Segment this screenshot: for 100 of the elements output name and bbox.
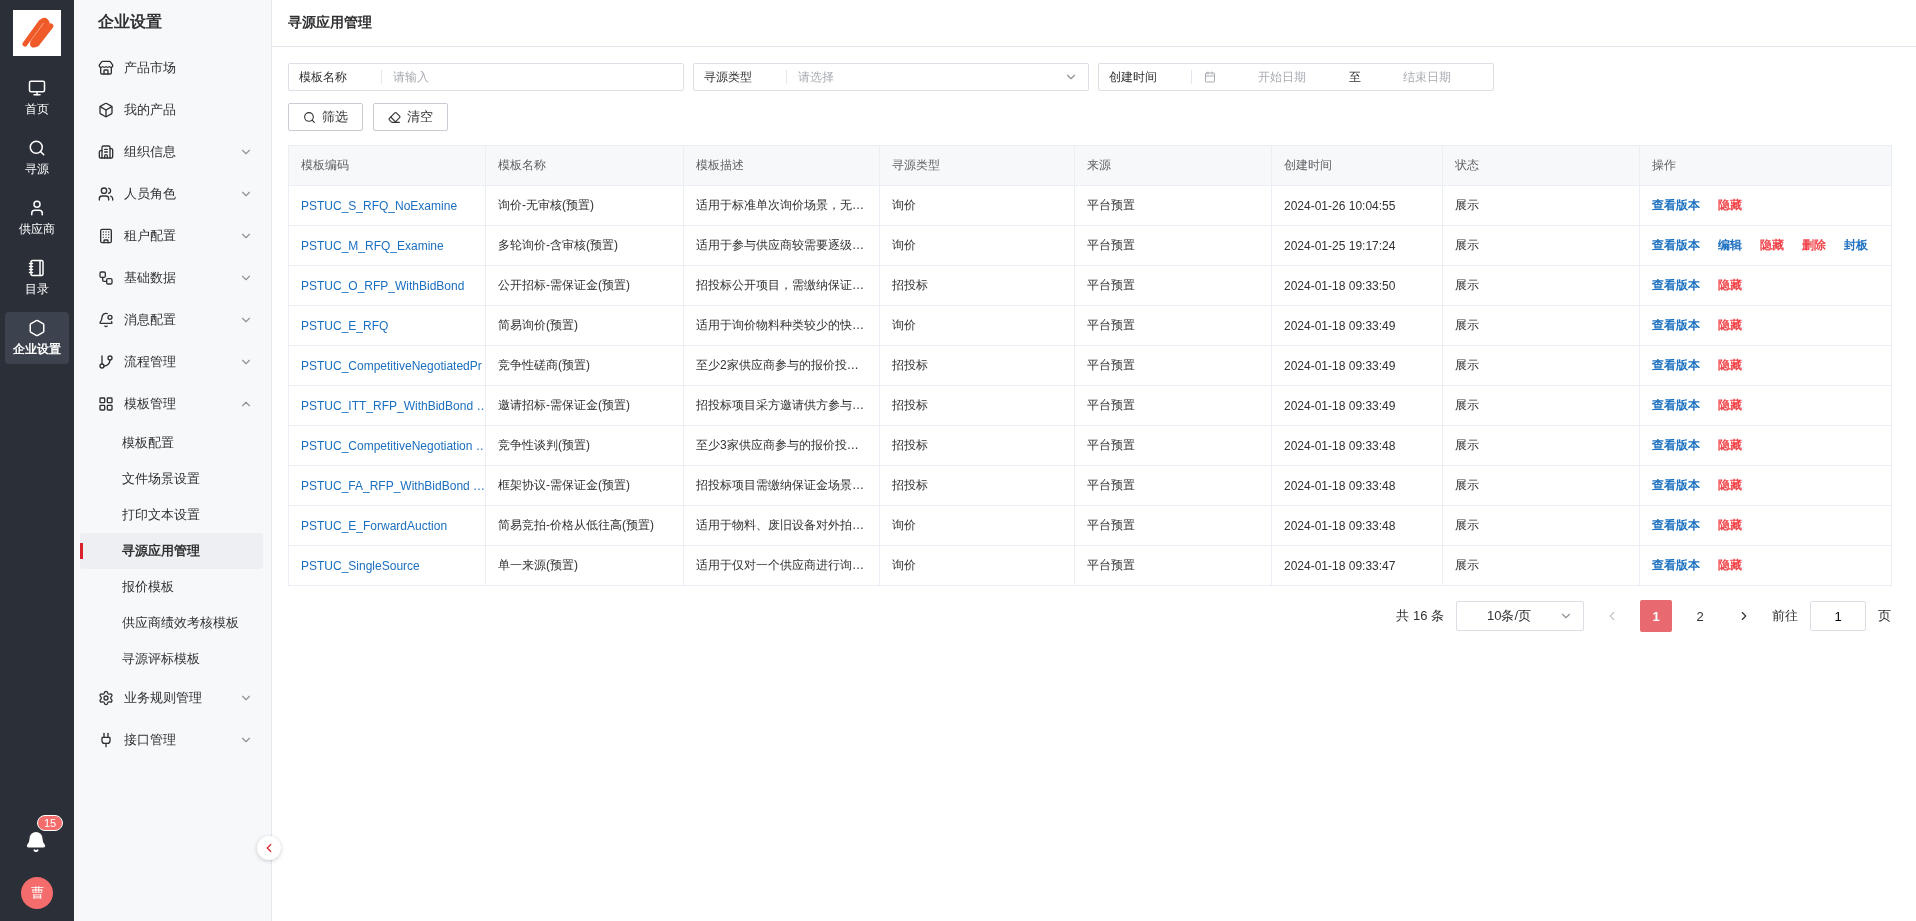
table-cell: 展示 <box>1442 505 1640 546</box>
goto-page-field[interactable]: 1 <box>1810 601 1866 631</box>
table-cell: 展示 <box>1442 465 1640 506</box>
plug-icon <box>98 732 114 748</box>
template-code-link[interactable]: PSTUC_E_RFQ <box>301 318 389 333</box>
sidebar-item[interactable]: 租户配置 <box>74 215 271 257</box>
template-code-link[interactable]: PSTUC_M_RFQ_Examine <box>301 238 444 253</box>
page-button[interactable]: 1 <box>1640 600 1672 632</box>
action-link[interactable]: 隐藏 <box>1718 398 1742 412</box>
sidebar-subitem[interactable]: 寻源应用管理 <box>80 533 263 569</box>
template-code-link[interactable]: PSTUC_SingleSource <box>301 558 420 573</box>
template-code-link[interactable]: PSTUC_ITT_RFP_WithBidBond … <box>301 398 485 413</box>
rail-item[interactable]: 寻源 <box>5 132 69 184</box>
table-cell: 简易询价(预置) <box>485 305 684 346</box>
table-cell: 平台预置 <box>1074 545 1272 586</box>
sidebar-item[interactable]: 流程管理 <box>74 341 271 383</box>
table-cell: 至少3家供应商参与的报价投… <box>683 425 880 466</box>
template-code-link[interactable]: PSTUC_S_RFQ_NoExamine <box>301 198 458 213</box>
sidebar-item[interactable]: 模板管理 <box>74 383 271 425</box>
template-code-link[interactable]: PSTUC_CompetitiveNegotiatedPr <box>301 358 482 373</box>
action-link[interactable]: 隐藏 <box>1718 318 1742 332</box>
action-link[interactable]: 编辑 <box>1718 238 1742 252</box>
rail-item[interactable]: 目录 <box>5 252 69 304</box>
sidebar-item[interactable]: 我的产品 <box>74 89 271 131</box>
action-link[interactable]: 查看版本 <box>1652 518 1700 532</box>
sidebar-item[interactable]: 人员角色 <box>74 173 271 215</box>
table-cell: 2024-01-18 09:33:48 <box>1271 505 1443 546</box>
notebook-icon <box>28 258 46 277</box>
action-link[interactable]: 查看版本 <box>1652 278 1700 292</box>
template-code-link[interactable]: PSTUC_CompetitiveNegotiation … <box>301 438 485 453</box>
template-code-link[interactable]: PSTUC_O_RFP_WithBidBond <box>301 278 465 293</box>
action-link[interactable]: 查看版本 <box>1652 198 1700 212</box>
sidebar-subitem[interactable]: 打印文本设置 <box>80 497 263 533</box>
bell-icon[interactable] <box>25 831 47 853</box>
action-link[interactable]: 隐藏 <box>1718 478 1742 492</box>
clear-button[interactable]: 清空 <box>373 103 448 131</box>
user-icon <box>28 198 46 217</box>
sidebar-subitem[interactable]: 文件场景设置 <box>80 461 263 497</box>
calendar-icon <box>1204 71 1216 83</box>
table-cell: 2024-01-18 09:33:50 <box>1271 265 1443 306</box>
action-link[interactable]: 隐藏 <box>1718 358 1742 372</box>
action-link[interactable]: 查看版本 <box>1652 478 1700 492</box>
goto-label: 前往 <box>1772 607 1798 625</box>
filter-button[interactable]: 筛选 <box>288 103 363 131</box>
sidebar-item[interactable]: 消息配置 <box>74 299 271 341</box>
table-cell: 2024-01-18 09:33:48 <box>1271 425 1443 466</box>
action-link[interactable]: 隐藏 <box>1718 278 1742 292</box>
table-cell: 展示 <box>1442 225 1640 266</box>
table-cell: 公开招标-需保证金(预置) <box>485 265 684 306</box>
table-cell: 适用于询价物料种类较少的快… <box>683 305 880 346</box>
page-title: 寻源应用管理 <box>272 0 1916 47</box>
sidebar-subitem[interactable]: 寻源评标模板 <box>80 641 263 677</box>
total-count: 共 16 条 <box>1396 607 1444 625</box>
sidebar-subitem[interactable]: 供应商绩效考核模板 <box>80 605 263 641</box>
action-link[interactable]: 隐藏 <box>1718 198 1742 212</box>
sidebar-subitem[interactable]: 模板配置 <box>80 425 263 461</box>
bell-icon <box>98 312 114 328</box>
rail-item[interactable]: 首页 <box>5 72 69 124</box>
column-header: 创建时间 <box>1271 145 1443 186</box>
sidebar-item[interactable]: 接口管理 <box>74 719 271 761</box>
template-code-link[interactable]: PSTUC_FA_RFP_WithBidBond … <box>301 478 485 493</box>
collapse-button[interactable] <box>257 836 281 860</box>
table-cell: 平台预置 <box>1074 425 1272 466</box>
table-cell: 平台预置 <box>1074 305 1272 346</box>
table-cell: 展示 <box>1442 425 1640 466</box>
logo-icon <box>13 10 61 56</box>
action-link[interactable]: 查看版本 <box>1652 238 1700 252</box>
action-link[interactable]: 删除 <box>1802 238 1826 252</box>
action-link[interactable]: 查看版本 <box>1652 318 1700 332</box>
table-cell: 招投标公开项目，需缴纳保证… <box>683 265 880 306</box>
users-icon <box>98 186 114 202</box>
action-link[interactable]: 查看版本 <box>1652 438 1700 452</box>
action-link[interactable]: 查看版本 <box>1652 558 1700 572</box>
sidebar-item[interactable]: 组织信息 <box>74 131 271 173</box>
sidebar-item[interactable]: 基础数据 <box>74 257 271 299</box>
table-cell: 平台预置 <box>1074 385 1272 426</box>
table-cell: 平台预置 <box>1074 185 1272 226</box>
action-link[interactable]: 隐藏 <box>1760 238 1784 252</box>
building-icon <box>98 228 114 244</box>
template-code-link[interactable]: PSTUC_E_ForwardAuction <box>301 518 448 533</box>
sidebar-item[interactable]: 业务规则管理 <box>74 677 271 719</box>
select-field[interactable]: 寻源类型 请选择 <box>693 63 1089 91</box>
sidebar-subitem[interactable]: 报价模板 <box>80 569 263 605</box>
action-link[interactable]: 封板 <box>1844 238 1868 252</box>
action-link[interactable]: 隐藏 <box>1718 518 1742 532</box>
date-range-field[interactable]: 创建时间 开始日期 至 结束日期 <box>1098 63 1494 91</box>
table-cell: 竞争性磋商(预置) <box>485 345 684 386</box>
action-link[interactable]: 查看版本 <box>1652 398 1700 412</box>
rail-item[interactable]: 供应商 <box>5 192 69 244</box>
user-avatar[interactable]: 曹 <box>21 877 53 909</box>
page-size-select[interactable]: 10条/页 <box>1456 601 1584 631</box>
action-link[interactable]: 查看版本 <box>1652 358 1700 372</box>
sidebar-item[interactable]: 产品市场 <box>74 47 271 89</box>
table-cell: 适用于参与供应商较需要逐级… <box>683 225 880 266</box>
input-field[interactable]: 模板名称 请输入 <box>288 63 684 91</box>
page-button[interactable]: 2 <box>1684 600 1716 632</box>
table-cell: 框架协议-需保证金(预置) <box>485 465 684 506</box>
action-link[interactable]: 隐藏 <box>1718 438 1742 452</box>
action-link[interactable]: 隐藏 <box>1718 558 1742 572</box>
rail-item[interactable]: 企业设置 <box>5 312 69 364</box>
